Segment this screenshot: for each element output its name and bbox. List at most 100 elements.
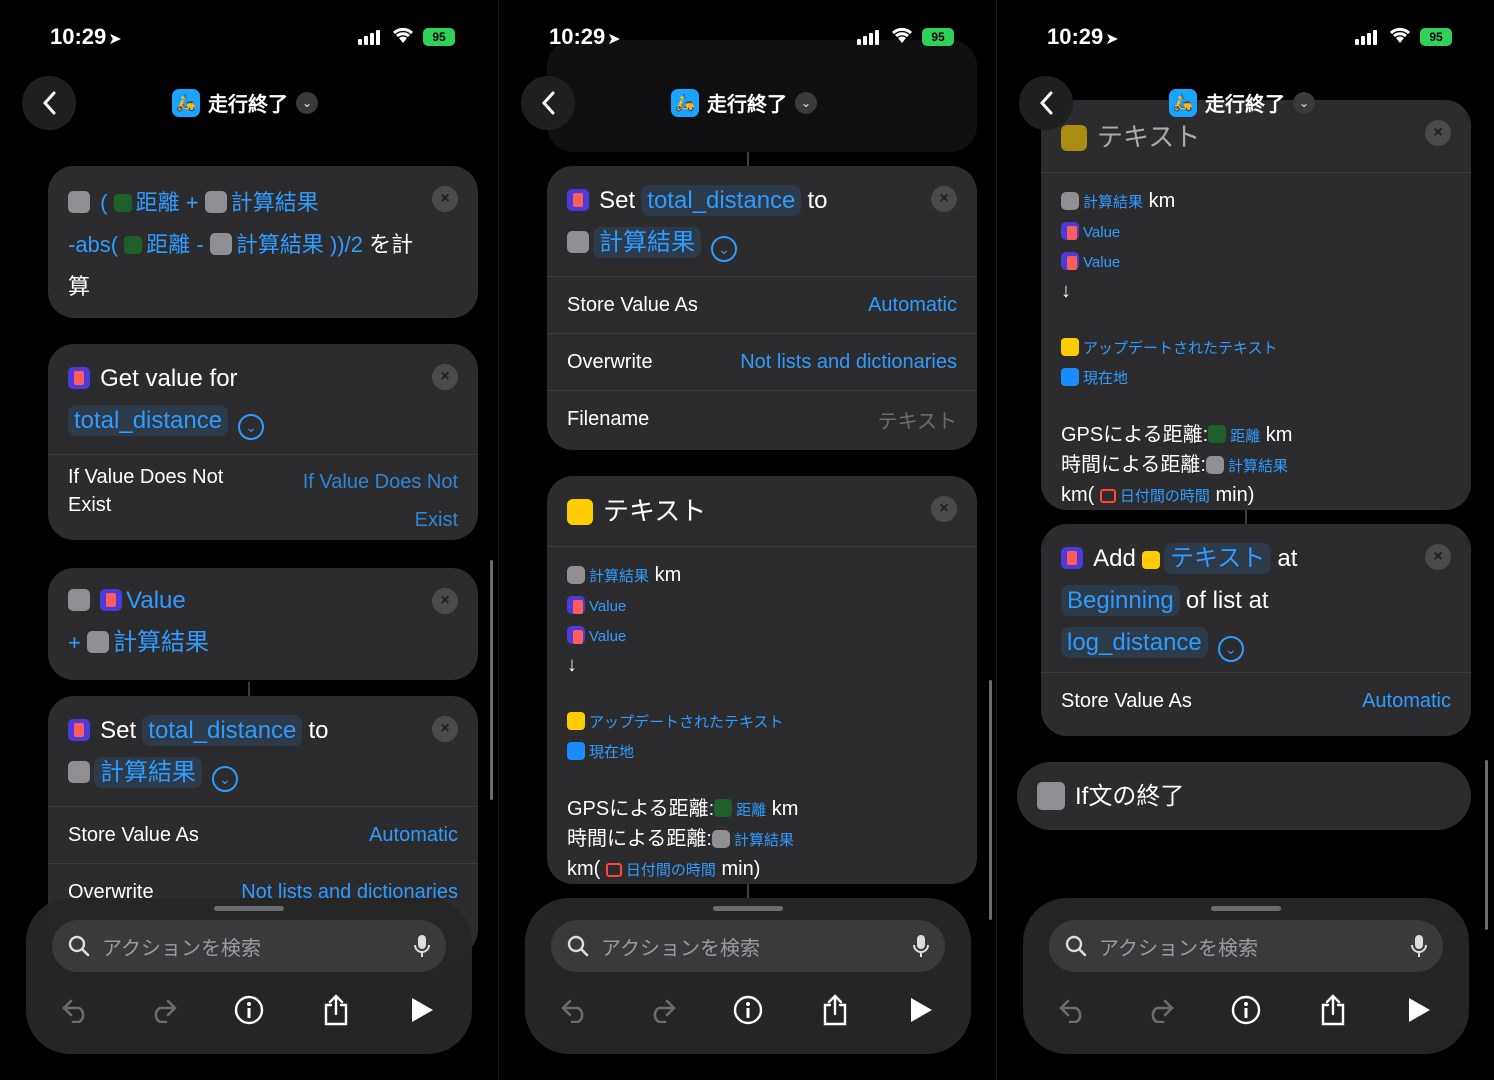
- status-bar: 10:29 ➤ 95: [0, 22, 498, 52]
- microphone-icon[interactable]: [913, 934, 929, 958]
- data-jar-icon: [567, 596, 585, 614]
- redo-icon: [154, 999, 177, 1023]
- store-value-as-row[interactable]: Store Value As Automatic: [547, 277, 977, 333]
- calculate-icon: [567, 231, 589, 253]
- calculate-icon: [204, 191, 227, 213]
- end-if-card[interactable]: If文の終了: [1017, 762, 1471, 830]
- undo-button[interactable]: [56, 990, 96, 1030]
- status-time: 10:29 ➤: [549, 24, 621, 49]
- info-icon: [733, 995, 763, 1025]
- store-value-as-row[interactable]: Store Value As Automatic: [1041, 673, 1471, 729]
- nav-bar: 🛵 走行終了 ⌄: [0, 76, 498, 132]
- text-content[interactable]: 計算結果 km Value Value ↓ アップデートされたテキスト 現在地 …: [1041, 173, 1471, 525]
- close-icon[interactable]: ×: [1425, 544, 1451, 570]
- info-button[interactable]: [1226, 990, 1266, 1030]
- redo-button[interactable]: [642, 990, 682, 1030]
- scrollbar[interactable]: [1485, 760, 1488, 930]
- shortcut-title[interactable]: 🛵 走行終了 ⌄: [1169, 88, 1315, 117]
- calendar-icon: [1099, 489, 1116, 503]
- close-icon[interactable]: ×: [432, 364, 458, 390]
- sheet-grabber[interactable]: [1211, 906, 1281, 911]
- share-button[interactable]: [815, 990, 855, 1030]
- redo-button[interactable]: [143, 990, 183, 1030]
- calculate-icon: [711, 830, 730, 848]
- toolbar: [56, 990, 442, 1030]
- calculate-expression-card[interactable]: × ( 距離 + 計算結果 -abs( 距離 - 計算結果 ))/2 を計 算: [48, 166, 478, 318]
- panel-1: 10:29 ➤ 95 🛵 走行終了 ⌄ × ( 距離 + 計算結果 -abs( 距離 …: [0, 0, 498, 1080]
- run-button[interactable]: [901, 990, 941, 1030]
- scrollbar[interactable]: [989, 680, 992, 920]
- play-icon: [911, 998, 932, 1022]
- filename-row[interactable]: Filename テキスト: [547, 391, 977, 447]
- location-icon: [1061, 368, 1079, 386]
- add-to-list-card[interactable]: × Add テキスト at Beginning of list at log_d…: [1041, 524, 1471, 736]
- overwrite-row[interactable]: Overwrite Not lists and dictionaries: [547, 334, 977, 390]
- run-button[interactable]: [402, 990, 442, 1030]
- calculator-icon: [68, 191, 90, 213]
- distance-icon: [124, 236, 143, 254]
- microphone-icon[interactable]: [1411, 934, 1427, 958]
- close-icon[interactable]: ×: [432, 588, 458, 614]
- search-icon: [68, 935, 90, 957]
- panel-3: 10:29 ➤ 95 × テキスト 計算結果 km Value Value ↓ ア…: [996, 0, 1494, 1080]
- action-search-field[interactable]: アクションを検索: [1049, 920, 1443, 972]
- data-jar-icon: [1061, 222, 1079, 240]
- cellular-signal-icon: [857, 30, 879, 45]
- chevron-down-icon: ⌄: [296, 91, 318, 114]
- action-search-field[interactable]: アクションを検索: [52, 920, 446, 972]
- calculate-card[interactable]: × Value + 計算結果: [48, 568, 478, 680]
- data-jar-icon: [567, 189, 589, 211]
- share-icon: [324, 994, 347, 1026]
- search-icon: [567, 935, 589, 957]
- back-button[interactable]: [521, 76, 575, 130]
- text-icon: [1061, 338, 1079, 356]
- search-icon: [1065, 935, 1087, 957]
- text-content[interactable]: 計算結果 km Value Value ↓ アップデートされたテキスト 現在地 …: [547, 547, 977, 899]
- run-button[interactable]: [1399, 990, 1439, 1030]
- action-search-field[interactable]: アクションを検索: [551, 920, 945, 972]
- nav-bar: 🛵 走行終了 ⌄: [997, 76, 1494, 132]
- share-button[interactable]: [316, 990, 356, 1030]
- data-jar-icon: [1061, 252, 1079, 270]
- info-button[interactable]: [229, 990, 269, 1030]
- play-icon: [1409, 998, 1430, 1022]
- scooter-icon: 🛵: [172, 88, 200, 117]
- bottom-sheet: アクションを検索: [1023, 898, 1469, 1054]
- text-action-card[interactable]: × テキスト 計算結果 km Value Value ↓ アップデートされたテキ…: [547, 476, 977, 884]
- close-icon[interactable]: ×: [432, 186, 458, 212]
- share-button[interactable]: [1313, 990, 1353, 1030]
- back-button[interactable]: [22, 76, 76, 130]
- chevron-down-icon[interactable]: ⌄: [238, 414, 265, 440]
- data-jar-icon: [68, 367, 90, 389]
- cellular-signal-icon: [1355, 30, 1377, 45]
- text-icon: [567, 712, 585, 730]
- redo-button[interactable]: [1140, 990, 1180, 1030]
- get-value-card[interactable]: × Get value for total_distance ⌄ If Value…: [48, 344, 478, 540]
- shortcut-title[interactable]: 🛵 走行終了 ⌄: [172, 88, 318, 117]
- chevron-down-icon[interactable]: ⌄: [711, 236, 737, 262]
- undo-button[interactable]: [555, 990, 595, 1030]
- location-icon: [567, 742, 585, 760]
- chevron-down-icon[interactable]: ⌄: [212, 766, 238, 792]
- close-icon[interactable]: ×: [931, 186, 957, 212]
- chevron-down-icon: ⌄: [795, 91, 817, 114]
- scrollbar[interactable]: [490, 560, 493, 800]
- info-button[interactable]: [728, 990, 768, 1030]
- info-icon: [1231, 995, 1261, 1025]
- store-value-as-row[interactable]: Store Value As Automatic: [48, 807, 478, 863]
- close-icon[interactable]: ×: [931, 496, 957, 522]
- sheet-grabber[interactable]: [713, 906, 783, 911]
- status-time: 10:29 ➤: [1047, 24, 1119, 49]
- back-button[interactable]: [1019, 76, 1073, 130]
- sheet-grabber[interactable]: [214, 906, 284, 911]
- chevron-down-icon[interactable]: ⌄: [1217, 636, 1244, 662]
- microphone-icon[interactable]: [414, 934, 430, 958]
- shortcut-title[interactable]: 🛵 走行終了 ⌄: [671, 88, 817, 117]
- undo-icon: [561, 999, 584, 1023]
- chevron-left-icon: [541, 91, 555, 115]
- close-icon[interactable]: ×: [432, 716, 458, 742]
- scooter-icon: 🛵: [671, 88, 699, 117]
- set-dictionary-value-card[interactable]: × Set total_distance to 計算結果 ⌄ Store Valu…: [547, 166, 977, 450]
- undo-button[interactable]: [1053, 990, 1093, 1030]
- text-action-card[interactable]: × テキスト 計算結果 km Value Value ↓ アップデートされたテキ…: [1041, 100, 1471, 510]
